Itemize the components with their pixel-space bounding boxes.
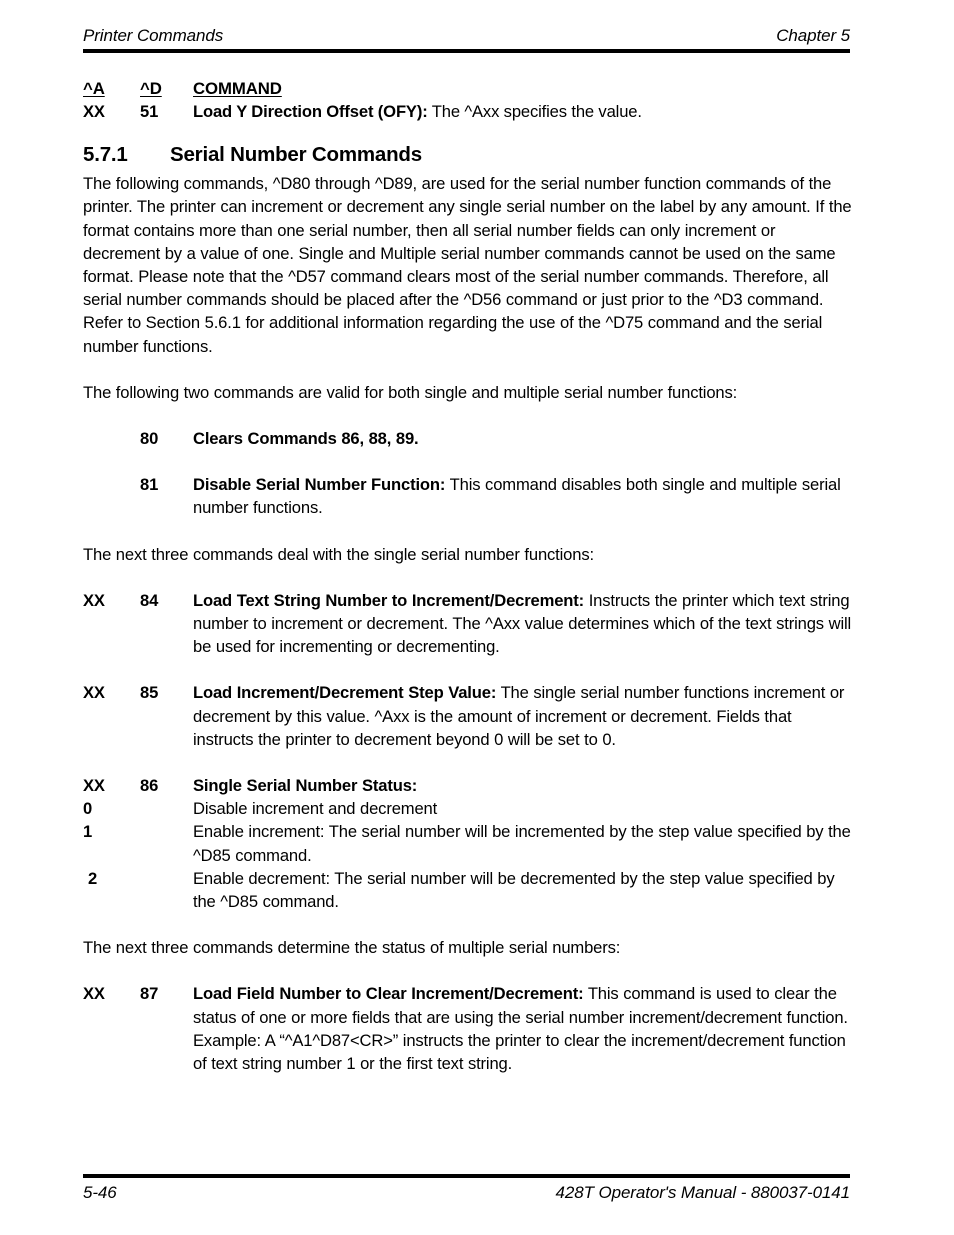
item-title: Clears Commands 86, 88, 89. [193,429,419,449]
entry-text: Load Field Number to Clear Increment/Dec… [193,982,853,1075]
footer-rule [83,1174,850,1178]
command-table-header: ^A ^D COMMAND [83,78,853,99]
both-commands-intro: The following two commands are valid for… [83,382,738,402]
header-rule [83,49,850,53]
footer-manual-title: 428T Operator's Manual - 880037-0141 [555,1183,851,1202]
command-entry: XX 86 Single Serial Number Status: [83,774,853,797]
status-option-row: 1 Enable increment: The serial number wi… [83,820,853,866]
status-option-key: 2 [88,868,98,888]
column-header-command: COMMAND [193,79,282,98]
entry-text: Load Increment/Decrement Step Value: The… [193,681,853,751]
item-number: 81 [140,475,159,495]
entry-col-a: XX [83,590,105,610]
entry-title: Load Field Number to Clear Increment/Dec… [193,984,584,1004]
list-item: 81 Disable Serial Number Function: This … [83,473,853,519]
entry-col-d: 84 [140,590,159,610]
column-header-d: ^D [140,79,162,98]
entry-col-d: 87 [140,984,159,1004]
list-item: 80 Clears Commands 86, 88, 89. [83,427,853,450]
multiple-commands-intro: The next three commands determine the st… [83,938,621,958]
status-option-text: Enable increment: The serial number will… [193,822,851,865]
status-option-text: Enable decrement: The serial number will… [193,868,835,912]
item-title: Disable Serial Number Function: [193,475,446,495]
status-option-text: Disable increment and decrement [193,799,438,819]
section-intro-paragraph: The following commands, ^D80 through ^D8… [83,174,852,356]
entry-title: Load Increment/Decrement Step Value: [193,683,497,703]
command-entry: XX 84 Load Text String Number to Increme… [83,589,853,659]
page-footer: 5-46 428T Operator's Manual - 880037-014… [83,1183,850,1203]
footer-page-number: 5-46 [83,1183,117,1202]
column-header-a: ^A [83,79,105,98]
command-description: The ^Axx specifies the value. [427,102,642,121]
entry-title: Single Serial Number Status: [193,776,418,796]
section-title: Serial Number Commands [170,143,422,167]
entry-text: Single Serial Number Status: [193,774,853,797]
cell-col-d: 51 [140,102,159,121]
entry-col-d: 85 [140,683,159,703]
document-page: Printer Commands Chapter 5 ^A ^D COMMAND… [0,0,954,1235]
cell-command: Load Y Direction Offset (OFY): The ^Axx … [193,100,853,123]
page-content: ^A ^D COMMAND XX 51 Load Y Direction Off… [83,78,853,1075]
status-option-row: 2 Enable decrement: The serial number wi… [83,867,853,913]
entry-text: Load Text String Number to Increment/Dec… [193,589,853,659]
cell-col-a: XX [83,102,105,121]
page-header: Printer Commands Chapter 5 [83,26,850,46]
command-title: Load Y Direction Offset (OFY): [193,102,428,121]
section-heading: 5.7.1 Serial Number Commands [83,142,853,168]
header-left-text: Printer Commands [83,26,224,45]
item-text: Clears Commands 86, 88, 89. [193,427,853,450]
entry-col-d: 86 [140,776,159,796]
header-right-text: Chapter 5 [776,26,850,45]
entry-title: Load Text String Number to Increment/Dec… [193,590,585,610]
command-entry: XX 87 Load Field Number to Clear Increme… [83,982,853,1075]
item-text: Disable Serial Number Function: This com… [193,473,853,519]
command-entry: XX 85 Load Increment/Decrement Step Valu… [83,681,853,751]
item-number: 80 [140,429,159,449]
status-option-row: 0 Disable increment and decrement [83,797,853,820]
section-number: 5.7.1 [83,143,128,167]
single-commands-intro: The next three commands deal with the si… [83,544,594,564]
status-option-key: 0 [83,799,93,819]
entry-col-a: XX [83,683,105,703]
entry-col-a: XX [83,984,105,1004]
entry-col-a: XX [83,776,105,796]
table-row: XX 51 Load Y Direction Offset (OFY): The… [83,100,853,123]
status-option-key: 1 [83,822,93,842]
